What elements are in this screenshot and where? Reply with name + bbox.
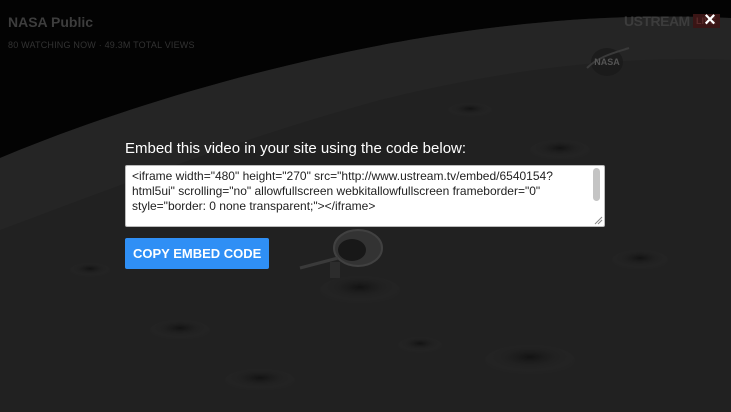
ustream-logo[interactable]: USTREAM xyxy=(624,13,690,29)
close-button[interactable]: × xyxy=(700,10,720,30)
resize-grip-icon[interactable] xyxy=(593,215,603,225)
video-player[interactable]: NASA Public 80 WATCHING NOW · 49.3M TOTA… xyxy=(0,0,731,412)
nasa-logo-icon: NASA xyxy=(586,47,630,76)
embed-panel: Embed this video in your site using the … xyxy=(125,140,605,269)
embed-code-box: <iframe width="480" height="270" src="ht… xyxy=(125,165,605,227)
copy-embed-code-button[interactable]: COPY EMBED CODE xyxy=(125,238,270,269)
nasa-logo-text: NASA xyxy=(594,57,620,67)
embed-code-scrollbar[interactable] xyxy=(591,167,603,215)
embed-code-textarea[interactable]: <iframe width="480" height="270" src="ht… xyxy=(126,166,592,226)
channel-title: NASA Public xyxy=(8,14,94,30)
embed-heading: Embed this video in your site using the … xyxy=(125,140,467,157)
scrollbar-thumb[interactable] xyxy=(593,168,600,201)
channel-stats: 80 WATCHING NOW · 49.3M TOTAL VIEWS xyxy=(8,40,195,50)
